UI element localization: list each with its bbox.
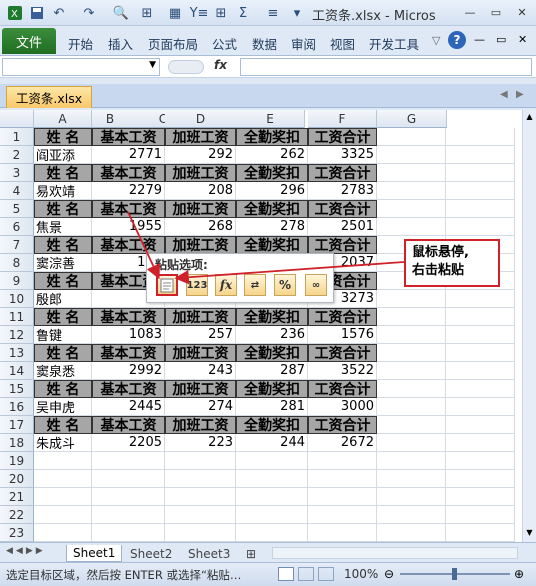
zoom-out-icon[interactable]: ⊖ [384, 567, 394, 581]
sheet-tab-bar: ◀◀▶▶ Sheet1 Sheet2 Sheet3 ⊞ [0, 542, 536, 562]
page-break-view-icon[interactable] [318, 567, 334, 581]
zoom-slider-thumb[interactable] [452, 568, 457, 580]
page-layout-view-icon[interactable] [298, 567, 314, 581]
normal-view-icon[interactable] [278, 567, 294, 581]
status-message: 选定目标区域，然后按 ENTER 或选择“粘贴… [6, 568, 242, 582]
status-bar: 选定目标区域，然后按 ENTER 或选择“粘贴… 100% ⊖ ⊕ [0, 562, 536, 586]
sheet-tab-3[interactable]: Sheet3 [182, 545, 236, 562]
sheet-tab-2[interactable]: Sheet2 [124, 545, 178, 562]
callout-box: 鼠标悬停, 右击粘贴 [404, 239, 500, 287]
annotation-arrows [127, 211, 405, 285]
horizontal-scrollbar[interactable] [272, 547, 518, 559]
callout-line-1: 鼠标悬停, [412, 245, 469, 260]
zoom-level[interactable]: 100% [344, 567, 378, 581]
callout-line-2: 右击粘贴 [412, 263, 465, 278]
zoom-in-icon[interactable]: ⊕ [514, 567, 524, 581]
sheet-tab-1[interactable]: Sheet1 [66, 545, 123, 562]
insert-sheet-icon[interactable]: ⊞ [240, 545, 262, 562]
sheet-nav-icon[interactable]: ◀◀▶▶ [6, 546, 46, 556]
